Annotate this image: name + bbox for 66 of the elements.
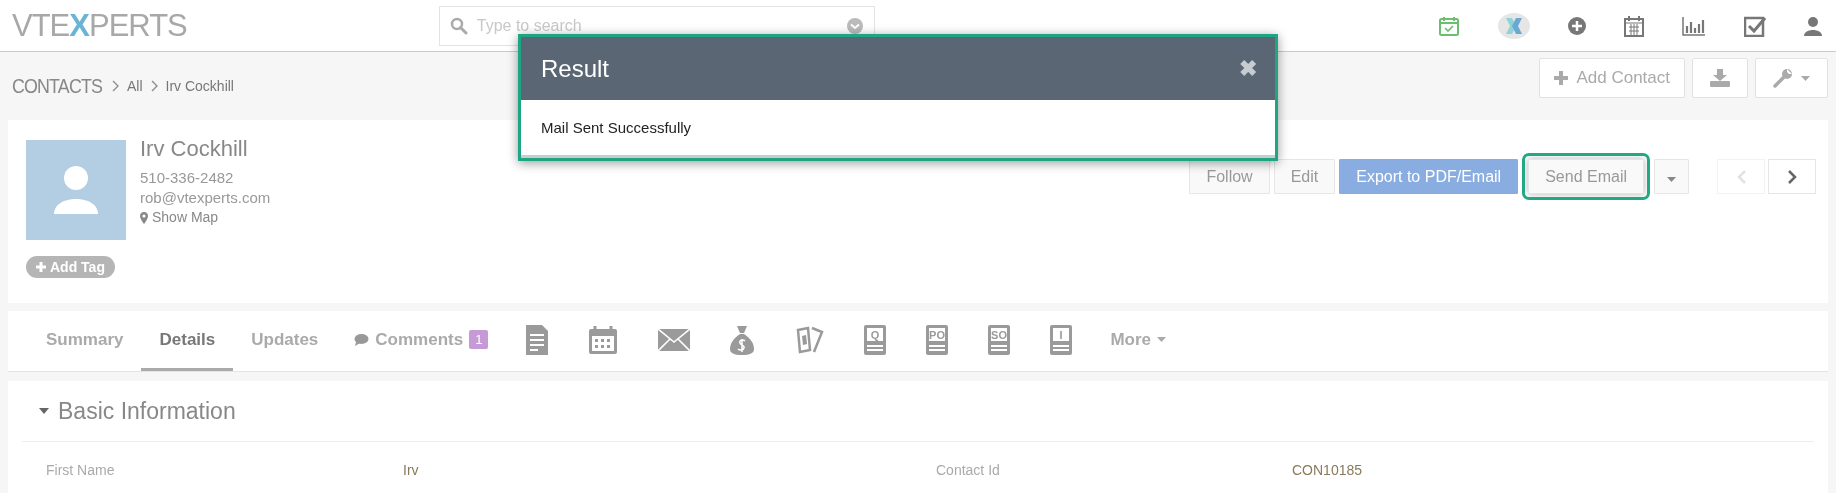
document-icon: Q <box>864 324 887 355</box>
chevron-right-icon <box>111 80 119 92</box>
document-icon: I <box>1050 324 1073 355</box>
comment-icon <box>354 333 370 346</box>
more-actions-button[interactable] <box>1654 159 1689 194</box>
tab[interactable]: More <box>1092 311 1185 371</box>
caret-icon <box>1801 75 1810 81</box>
document-icon: PO <box>926 324 949 355</box>
app-logo-icon[interactable] <box>1498 12 1530 39</box>
wrench-icon <box>1773 68 1793 88</box>
count-badge: 1 <box>469 330 489 349</box>
bar-chart-icon[interactable] <box>1682 15 1706 36</box>
tab[interactable]: Details <box>141 311 234 371</box>
field-value: CON10185 <box>1292 462 1364 478</box>
export-button[interactable]: Export to PDF/Email <box>1339 159 1519 194</box>
tab[interactable]: Summary <box>28 311 142 371</box>
field-label: Contact Id <box>936 462 1001 478</box>
close-button[interactable]: ✖ <box>1239 55 1257 82</box>
download-button[interactable] <box>1692 58 1748 98</box>
dialog-title: Result <box>541 54 610 83</box>
tickets-icon <box>794 325 825 354</box>
contact-name: Irv Cockhill <box>140 136 249 162</box>
envelope-icon <box>658 328 691 351</box>
plus-icon <box>1554 71 1569 85</box>
download-icon <box>1710 69 1730 87</box>
calendar-icon[interactable] <box>1624 14 1644 37</box>
caret-icon <box>1157 337 1167 342</box>
chevron-right-icon <box>150 80 158 92</box>
field-label: First Name <box>46 462 116 478</box>
tab[interactable]: Updates <box>233 311 337 371</box>
tab[interactable]: Q <box>844 311 907 371</box>
calendar-check-icon[interactable] <box>1438 14 1460 37</box>
plus-circle-icon[interactable] <box>1568 16 1586 35</box>
chevron-left-icon <box>1736 169 1746 184</box>
add-tag-button[interactable]: Add Tag <box>26 256 115 278</box>
show-map-link[interactable]: Show Map <box>152 208 219 227</box>
action-button[interactable]: Edit <box>1273 159 1336 194</box>
action-button[interactable]: Follow <box>1189 159 1270 194</box>
document-icon: SO <box>988 324 1011 355</box>
calendar-icon <box>588 324 619 355</box>
next-button[interactable] <box>1768 159 1816 194</box>
tab[interactable]: SO <box>968 311 1031 371</box>
document-icon <box>526 324 549 355</box>
search-icon <box>449 16 468 35</box>
phone-number: 510-336-2482 <box>140 168 235 188</box>
settings-button[interactable] <box>1755 58 1828 98</box>
plus-icon <box>36 262 46 272</box>
tab[interactable]: Comments 1 <box>336 311 507 371</box>
checkbox-icon[interactable] <box>1744 14 1766 37</box>
dropdown-icon[interactable] <box>845 16 864 35</box>
module-title[interactable]: CONTACTS <box>12 74 103 98</box>
chevron-right-icon <box>1787 169 1797 184</box>
add-contact-button[interactable]: Add Contact <box>1539 58 1685 98</box>
caret-icon <box>1667 176 1676 182</box>
dialog-message: Mail Sent Successfully <box>541 119 692 136</box>
logo[interactable]: VTEXPERTS <box>12 7 187 44</box>
money-bag-icon <box>730 324 755 355</box>
field-value: Irv <box>403 462 420 478</box>
section-header[interactable]: Basic Information <box>22 381 1814 442</box>
email-address: rob@vtexperts.com <box>140 188 271 208</box>
breadcrumb-link[interactable]: Irv Cockhill <box>165 78 234 94</box>
user-icon[interactable] <box>1804 15 1822 36</box>
breadcrumb-link[interactable]: All <box>126 78 143 94</box>
tab[interactable]: PO <box>906 311 969 371</box>
map-pin-icon <box>140 211 148 224</box>
tab[interactable]: I <box>1030 311 1093 371</box>
